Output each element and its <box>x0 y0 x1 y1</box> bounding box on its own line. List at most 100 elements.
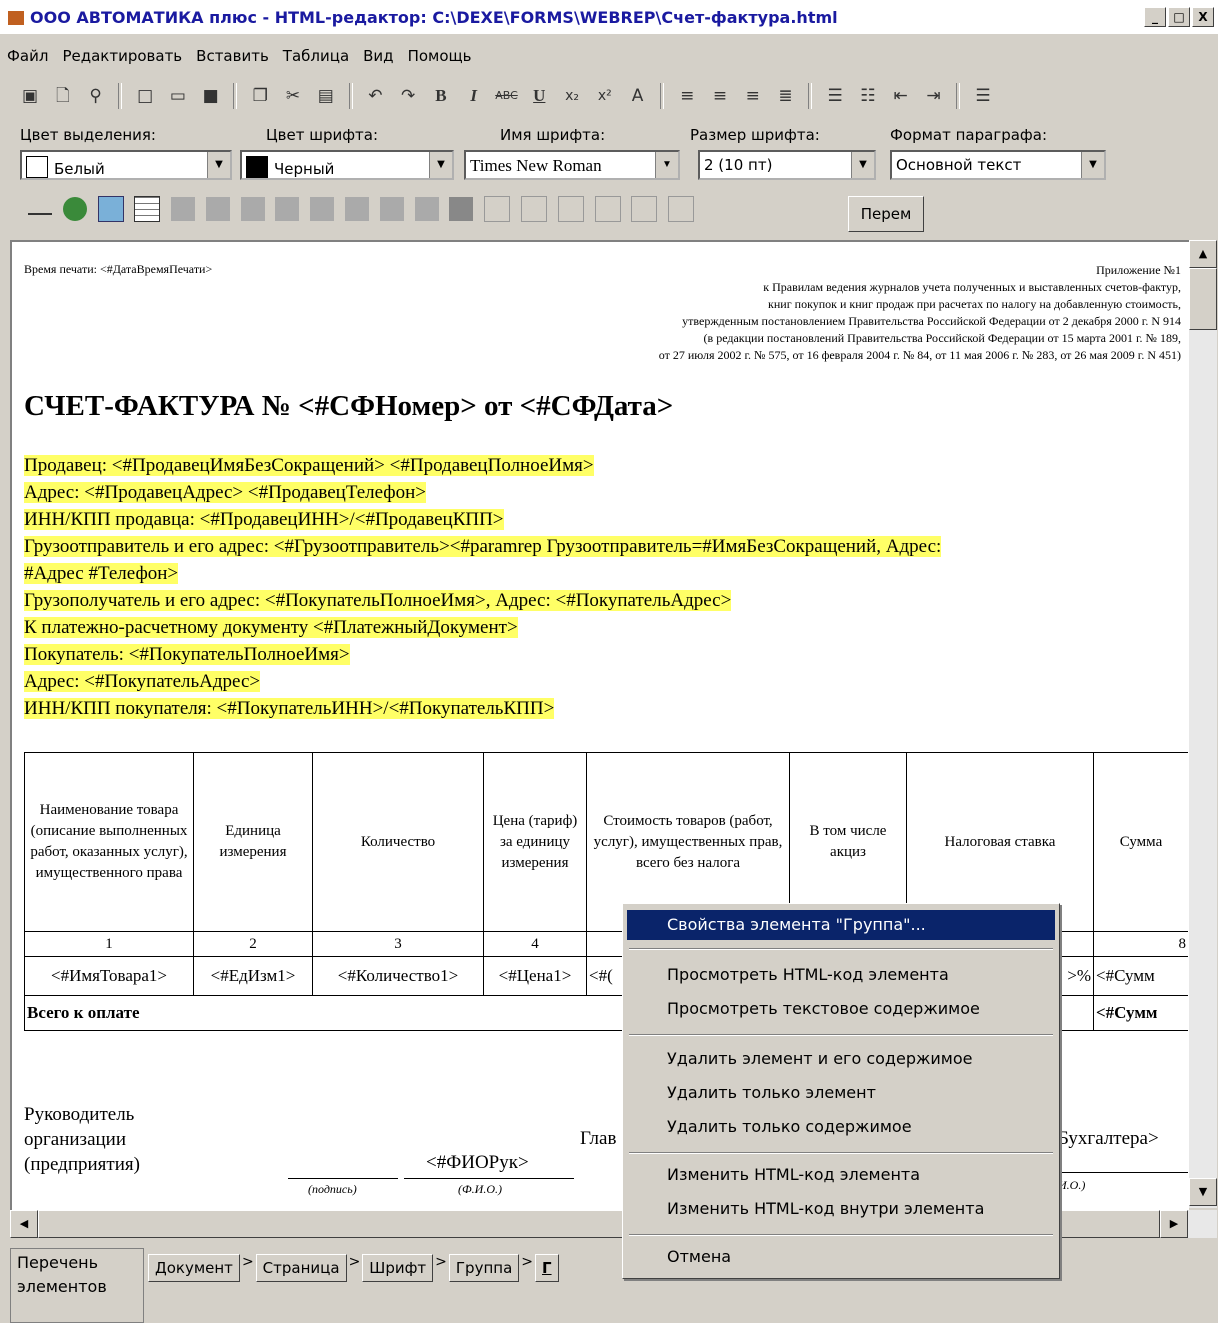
align-center-icon[interactable]: ≡ <box>706 82 734 110</box>
form-radio-icon[interactable] <box>594 196 621 222</box>
align-justify-icon[interactable]: ≣ <box>772 82 800 110</box>
chevron-down-icon[interactable]: ▼ <box>429 152 452 178</box>
font-size-value: 2 (10 пт) <box>704 156 773 174</box>
maximize-button[interactable]: □ <box>1168 7 1190 27</box>
minimize-button[interactable]: _ <box>1144 7 1166 27</box>
superscript-icon[interactable]: x² <box>591 82 619 110</box>
table-cell[interactable]: <#Сумм <box>1093 956 1188 996</box>
insert-table-icon[interactable] <box>134 196 161 222</box>
menu-item-view-html[interactable]: Просмотреть HTML-код элемента <box>627 960 1055 990</box>
menu-table[interactable]: Таблица <box>276 44 356 68</box>
insert-column-left-icon[interactable] <box>240 197 265 221</box>
font-color-select[interactable]: Черный ▼ <box>240 150 454 180</box>
seller-field: Продавец: <#ПродавецИмяБезСокращений> <#… <box>24 455 594 476</box>
close-button[interactable]: X <box>1192 7 1214 27</box>
elements-list-button[interactable]: Перечень элементов <box>10 1248 144 1323</box>
chevron-down-icon[interactable]: ▼ <box>207 152 230 178</box>
more-icon[interactable]: ☰ <box>969 82 997 110</box>
menu-item-delete-content-only[interactable]: Удалить только содержимое <box>627 1112 1055 1142</box>
form-textarea-icon[interactable] <box>668 196 695 222</box>
italic-icon[interactable]: I <box>460 82 488 110</box>
crumb-group[interactable]: Группа <box>448 1254 520 1282</box>
title-bar: ООО АВТОМАТИКА плюс - HTML-редактор: C:\… <box>0 0 1218 34</box>
delete-row-icon[interactable] <box>310 197 335 221</box>
scroll-thumb[interactable] <box>1189 268 1217 330</box>
form-button-icon[interactable] <box>520 196 547 222</box>
form-field-icon[interactable] <box>484 196 511 222</box>
variables-button[interactable]: Перем <box>848 196 924 232</box>
font-name-select[interactable]: Times New Roman ▼ <box>464 150 680 180</box>
new-document-icon[interactable]: □ <box>131 82 159 110</box>
outdent-icon[interactable]: ⇤ <box>887 82 915 110</box>
merge-cells-icon[interactable] <box>379 197 404 221</box>
table-cell[interactable]: <#Цена1> <box>483 956 587 996</box>
horizontal-rule-icon[interactable] <box>28 213 52 215</box>
scroll-right-icon[interactable]: ▶ <box>1160 1210 1188 1238</box>
menu-separator <box>629 948 1053 950</box>
crumb-page[interactable]: Страница <box>255 1254 347 1282</box>
menu-item-delete-element-only[interactable]: Удалить только элемент <box>627 1078 1055 1108</box>
hyperlink-icon[interactable] <box>62 197 87 221</box>
insert-row-below-icon[interactable] <box>205 197 230 221</box>
save-icon[interactable]: ■ <box>197 82 225 110</box>
align-left-icon[interactable]: ≡ <box>673 82 701 110</box>
paragraph-format-select[interactable]: Основной текст ▼ <box>890 150 1106 180</box>
bullet-list-icon[interactable]: ☰ <box>821 82 849 110</box>
menu-item-edit-inner-html[interactable]: Изменить HTML-код внутри элемента <box>627 1194 1055 1224</box>
crumb-document[interactable]: Документ <box>148 1254 240 1282</box>
table-cell[interactable]: <#ЕдИзм1> <box>193 956 313 996</box>
cell-properties-icon[interactable] <box>449 197 474 221</box>
menu-help[interactable]: Помощь <box>401 44 479 68</box>
chevron-down-icon[interactable]: ▼ <box>851 152 874 178</box>
split-cell-icon[interactable] <box>414 197 439 221</box>
open-folder-icon[interactable]: ▭ <box>164 82 192 110</box>
copy-icon[interactable]: ❐ <box>246 82 274 110</box>
total-value[interactable]: <#Сумм <box>1093 995 1188 1031</box>
form-checkbox-icon[interactable] <box>557 196 584 222</box>
chevron-down-icon[interactable]: ▼ <box>1081 152 1104 178</box>
form-select-icon[interactable] <box>631 196 658 222</box>
insert-image-icon[interactable] <box>97 196 124 222</box>
menu-view[interactable]: Вид <box>356 44 400 68</box>
shipper-field-cont: #Адрес #Телефон> <box>24 563 179 584</box>
paste-icon[interactable]: ▤ <box>312 82 340 110</box>
align-right-icon[interactable]: ≡ <box>739 82 767 110</box>
crumb-font[interactable]: Шрифт <box>362 1254 434 1282</box>
scroll-down-icon[interactable]: ▼ <box>1189 1178 1217 1206</box>
vertical-scrollbar[interactable]: ▲ ▼ <box>1189 240 1217 1208</box>
insert-row-above-icon[interactable] <box>171 197 196 221</box>
menu-item-view-text[interactable]: Просмотреть текстовое содержимое <box>627 994 1055 1024</box>
menu-item-cancel[interactable]: Отмена <box>627 1242 1055 1272</box>
table-cell[interactable]: <#ИмяТовара1> <box>24 956 194 996</box>
menu-insert[interactable]: Вставить <box>189 44 276 68</box>
redo-icon[interactable]: ↷ <box>394 82 422 110</box>
menu-item-group-properties[interactable]: Свойства элемента "Группа"... <box>627 910 1055 940</box>
menu-item-edit-html[interactable]: Изменить HTML-код элемента <box>627 1160 1055 1190</box>
appendix-line: утвержденным постановлением Правительств… <box>682 314 1181 328</box>
indent-icon[interactable]: ⇥ <box>919 82 947 110</box>
numbered-list-icon[interactable]: ☷ <box>854 82 882 110</box>
scroll-up-icon[interactable]: ▲ <box>1189 240 1217 268</box>
highlight-color-select[interactable]: Белый ▼ <box>20 150 232 180</box>
subscript-icon[interactable]: x₂ <box>558 82 586 110</box>
delete-column-icon[interactable] <box>345 197 370 221</box>
scroll-left-icon[interactable]: ◀ <box>10 1210 38 1238</box>
menu-file[interactable]: Файл <box>0 44 55 68</box>
underline-icon[interactable]: U <box>525 82 553 110</box>
undo-icon[interactable]: ↶ <box>361 82 389 110</box>
clear-format-icon[interactable]: A <box>624 82 652 110</box>
find-icon[interactable]: ⚲ <box>82 82 110 110</box>
bold-icon[interactable]: B <box>427 82 455 110</box>
chevron-down-icon[interactable]: ▼ <box>655 152 678 178</box>
crumb-current[interactable]: Г <box>535 1254 559 1282</box>
appendix-line: к Правилам ведения журналов учета получе… <box>763 280 1181 294</box>
menu-edit[interactable]: Редактировать <box>55 44 189 68</box>
preview-icon[interactable]: 🗋 <box>49 82 77 110</box>
menu-item-delete-element-content[interactable]: Удалить элемент и его содержимое <box>627 1044 1055 1074</box>
cut-icon[interactable]: ✂ <box>279 82 307 110</box>
strikethrough-icon[interactable]: ABC <box>493 82 521 110</box>
design-mode-icon[interactable]: ▣ <box>16 82 44 110</box>
insert-column-right-icon[interactable] <box>275 197 300 221</box>
table-cell[interactable]: <#Количество1> <box>312 956 484 996</box>
font-size-select[interactable]: 2 (10 пт) ▼ <box>698 150 876 180</box>
